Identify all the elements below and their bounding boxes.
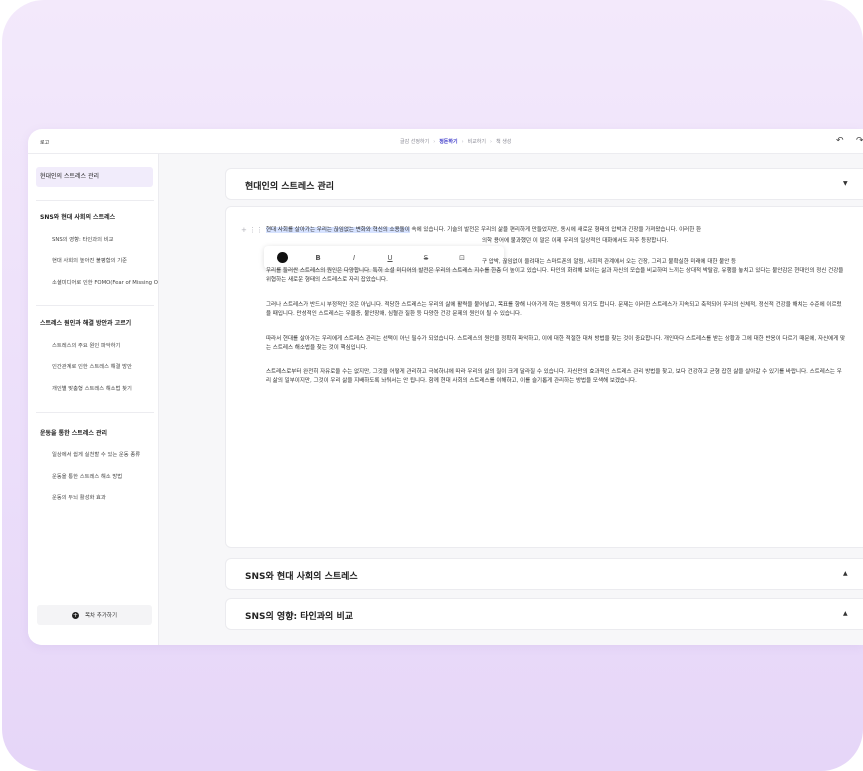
step-compare[interactable]: 비교하기 [468, 138, 486, 145]
chapter-title: SNS와 현대 사회의 스트레스 [245, 572, 358, 582]
toc-item[interactable]: SNS의 영향: 타인과의 비교 [36, 230, 158, 250]
paragraph-1[interactable]: 현대 사회를 살아가는 우리는 끊임없는 변화와 혁신의 소용돌이 속에 있습니… [266, 226, 846, 235]
toc-sidebar: 현대인의 스트레스 관리 SNS와 현대 사회의 스트레스 SNS의 영향: 타… [28, 154, 159, 645]
step-select-topic[interactable]: 글감 선정하기 [400, 138, 429, 145]
logo: 로고 [40, 140, 50, 146]
italic-button[interactable]: I [336, 254, 372, 262]
paragraph-text: 속에 있습니다. 기술의 발전은 우리의 삶을 편리하게 만들었지만, 동시에 … [409, 227, 702, 233]
redo-icon[interactable]: ↷ [856, 136, 863, 146]
divider [36, 200, 154, 201]
paragraph-1-line2: 의학 용어에 불과했던 이 말은 이제 우리의 일상적인 대화에서도 자주 등장… [482, 238, 669, 244]
divider [36, 412, 154, 413]
color-swatch-icon [276, 252, 288, 263]
undo-icon[interactable]: ↶ [836, 136, 844, 146]
drag-handle-icon[interactable]: + ⋮⋮ [241, 226, 263, 234]
toc-item-stress-management[interactable]: 현대인의 스트레스 관리 [36, 167, 153, 187]
selected-text[interactable]: 현대 사회를 살아가는 우리는 끊임없는 변화와 혁신의 소용돌이 [266, 227, 410, 233]
add-toc-label: 목차 추가하기 [84, 613, 118, 619]
toc-section-exercise[interactable]: 운동을 통한 스트레스 관리 [36, 424, 158, 444]
top-bar: 로고 글감 선정하기 › 정돈하기 › 비교하기 › 책 생성 ↶ ↷ [28, 129, 863, 154]
paragraph-5[interactable]: 스트레스로부터 완전히 자유로울 수는 없지만, 그것을 어떻게 관리하고 극복… [266, 368, 846, 386]
chapter-title: 현대인의 스트레스 관리 [245, 182, 335, 192]
toc-item[interactable]: 현대 사회의 높아진 불평함의 기준 [36, 251, 158, 271]
paragraph-2[interactable]: 우리를 둘러싼 스트레스의 원인은 다양합니다. 특히 소셜 미디어의 발전은 … [266, 267, 846, 285]
text-color-button[interactable] [264, 252, 300, 263]
chapter-card-sns-impact[interactable]: SNS의 영향: 타인과의 비교 ▲ [225, 598, 863, 630]
toc-section-sns[interactable]: SNS와 현대 사회의 스트레스 [36, 208, 158, 228]
format-toolbar: B I U S ⊡ [264, 246, 504, 269]
comment-icon[interactable]: ⊡ [444, 254, 480, 262]
toc-item[interactable]: 일상에서 쉽게 실천할 수 있는 운동 종류 [36, 445, 158, 465]
underline-button[interactable]: U [372, 254, 408, 262]
toc-item[interactable]: 운동의 두뇌 활성화 효과 [36, 488, 158, 508]
toc-item[interactable]: 운동을 통한 스트레스 해소 방법 [36, 467, 158, 487]
caret-up-icon[interactable]: ▲ [843, 610, 848, 617]
plus-icon: + [71, 611, 79, 619]
step-create-book[interactable]: 책 생성 [496, 138, 511, 145]
step-organize[interactable]: 정돈하기 [439, 138, 457, 145]
paragraph-3[interactable]: 그러나 스트레스가 반드시 부정적인 것은 아닙니다. 적당한 스트레스는 우리… [266, 301, 846, 319]
step-separator: › [490, 138, 493, 145]
bold-button[interactable]: B [300, 254, 336, 262]
chapter-title: SNS의 영향: 타인과의 비교 [245, 612, 354, 622]
main-content: 현대인의 스트레스 관리 ▼ + ⋮⋮ 현대 사회를 살아가는 우리는 끊임없는… [159, 154, 863, 645]
add-toc-button[interactable]: + 목차 추가하기 [37, 605, 152, 625]
chapter-card-header[interactable]: 현대인의 스트레스 관리 ▼ [225, 168, 863, 200]
editor-window: 로고 글감 선정하기 › 정돈하기 › 비교하기 › 책 생성 ↶ ↷ 현대인의… [28, 129, 863, 645]
step-breadcrumb: 글감 선정하기 › 정돈하기 › 비교하기 › 책 생성 [400, 138, 511, 146]
toc-item[interactable]: 개인별 맞춤형 스트레스 해소법 찾기 [36, 379, 158, 399]
divider [36, 305, 154, 306]
paragraph-4[interactable]: 따라서 현대를 살아가는 우리에게 스트레스 관리는 선택이 아닌 필수가 되었… [266, 335, 846, 353]
toc-item[interactable]: 소셜미디어로 인한 FOMO(Fear of Missing Out) [36, 273, 158, 293]
chapter-card-sns[interactable]: SNS와 현대 사회의 스트레스 ▲ [225, 558, 863, 590]
toc-item[interactable]: 인간관계로 인한 스트레스 해결 방안 [36, 357, 158, 377]
text-editor[interactable]: + ⋮⋮ 현대 사회를 살아가는 우리는 끊임없는 변화와 혁신의 소용돌이 속… [225, 206, 863, 548]
strikethrough-button[interactable]: S [408, 254, 444, 262]
paragraph-2-line1: 구 압박, 끊임없이 울려대는 스마트폰의 알림, 사회적 관계에서 오는 긴장… [482, 259, 737, 265]
caret-down-icon[interactable]: ▼ [843, 180, 848, 187]
toc-section-causes[interactable]: 스트레스 원인과 해결 방안과 고르기 [36, 314, 158, 334]
step-separator: › [461, 138, 464, 145]
caret-up-icon[interactable]: ▲ [843, 570, 848, 577]
step-separator: › [433, 138, 436, 145]
toc-item[interactable]: 스트레스의 주요 원인 파악하기 [36, 336, 158, 356]
